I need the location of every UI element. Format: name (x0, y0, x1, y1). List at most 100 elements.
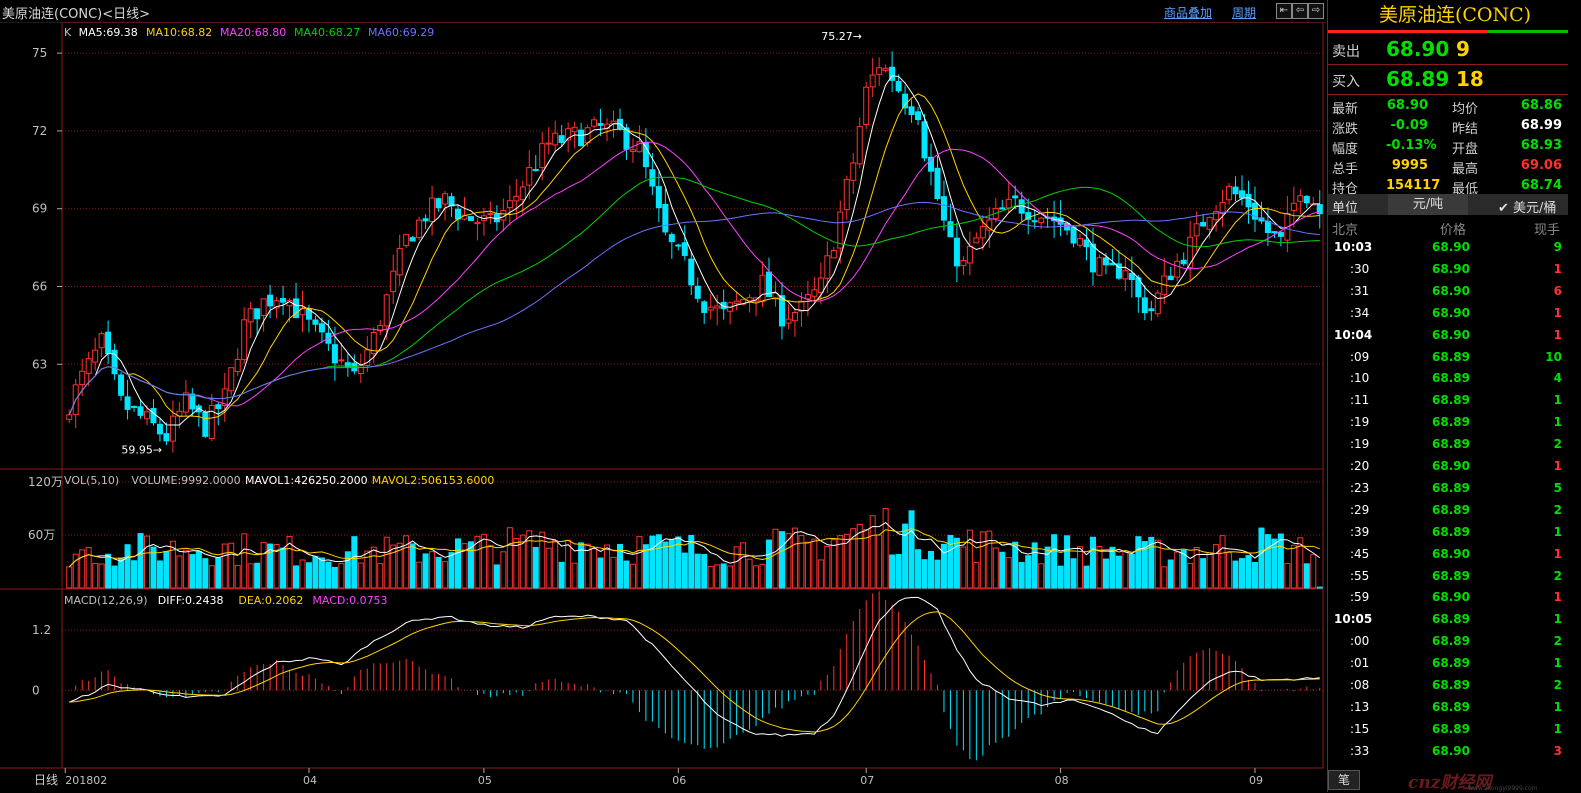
volume-bar (610, 556, 617, 589)
tick-price: 68.90 (1432, 327, 1470, 342)
candle-body (1083, 239, 1090, 248)
field-label-2: 昨结 (1452, 122, 1479, 137)
unit-usd-button[interactable]: ✔ 美元/桶 (1498, 197, 1556, 216)
field-value: 9995 (1391, 158, 1428, 173)
volume-bar (895, 554, 902, 589)
volume-bar (1135, 536, 1142, 589)
candle-body (137, 406, 144, 416)
tab-trades[interactable]: 笔 (1328, 770, 1360, 790)
price-legend-item: MA60:69.29 (368, 26, 434, 39)
divider (1328, 94, 1568, 95)
volume-bar (1193, 546, 1200, 589)
candle-body (98, 333, 105, 349)
tick-time: :30 (1350, 261, 1370, 276)
tick-time: 10:03 (1334, 240, 1373, 254)
volume-bar (118, 557, 125, 589)
volume-bar (1109, 546, 1116, 589)
tick-list[interactable]: 10:03 68.90 9 :30 68.90 1:31 68.90 6:34 68.90 1 10… (1328, 238, 1568, 766)
candle-body (1200, 221, 1207, 227)
unit-cny-button[interactable]: 元/吨 (1388, 194, 1468, 215)
candle-body (811, 289, 818, 297)
candle-body (92, 349, 99, 363)
volume-legend-item: VOL(5,10) (64, 474, 119, 487)
candle-body (280, 297, 287, 303)
volume-bar (1115, 555, 1122, 589)
candle-body (584, 127, 591, 144)
period-link[interactable]: 周期 (1232, 4, 1256, 21)
prev-page-button[interactable]: ⇦ (1292, 3, 1308, 19)
candle-body (467, 216, 474, 221)
candle-body (966, 245, 973, 264)
price-tick-label: 69 (32, 202, 47, 216)
candle-body (66, 414, 73, 420)
tick-price: 68.89 (1432, 349, 1470, 364)
tick-row: :23 68.89 5 (1328, 479, 1568, 499)
volume-bar (552, 540, 559, 589)
overlay-commodity-link[interactable]: 商品叠加 (1164, 4, 1212, 21)
field-value-2: 68.86 (1520, 98, 1562, 113)
tick-volume: 9 (1553, 240, 1562, 254)
macd-tick-label: 1.2 (32, 623, 51, 637)
volume-bar (189, 554, 196, 589)
candle-body (642, 141, 649, 168)
candle-body (1239, 190, 1246, 199)
volume-bar (1018, 562, 1025, 589)
volume-bar (506, 527, 513, 589)
candle-body (668, 234, 675, 243)
tick-row: :34 68.90 1 (1328, 304, 1568, 324)
tick-volume: 2 (1553, 634, 1562, 649)
volume-bar (908, 510, 915, 589)
volume-tick-label: 120万 (28, 475, 63, 489)
candle-body (1180, 259, 1187, 265)
buy-price: 68.89 (1386, 67, 1450, 91)
volume-bar (986, 530, 993, 589)
date-tick-label: 05 (478, 774, 492, 787)
quote-panel: 美原油连(CONC) 卖出 68.90 9 买入 68.89 18 最新 68.9… (1327, 0, 1581, 793)
volume-bar (493, 564, 500, 589)
tick-time: 10:04 (1334, 327, 1373, 342)
next-page-button[interactable]: ⇨ (1308, 3, 1324, 19)
candle-body (1070, 226, 1077, 244)
volume-bar (791, 527, 798, 589)
volume-bar (208, 565, 215, 589)
candle-body (714, 305, 721, 309)
macd-legend-item: DIFF:0.2438 (158, 594, 224, 607)
candle-body (1128, 272, 1135, 281)
volume-legend-item: VOLUME:9992.0000 (131, 474, 240, 487)
volume-legend-item: MAVOL1:426250.2000 (245, 474, 368, 487)
tick-row: :13 68.89 1 (1328, 698, 1568, 718)
macd-legend-item: DEA:0.2062 (238, 594, 303, 607)
candle-body (597, 123, 604, 126)
volume-bar (999, 551, 1006, 589)
candle-body (902, 93, 909, 109)
tick-row: :33 68.90 3 (1328, 742, 1568, 762)
candle-body (267, 294, 274, 307)
volume-bar (960, 546, 967, 589)
kline-chart[interactable]: 75 72 69 66 63 75.27→ 59.95→ K MA5:69.38 MA10:68.… (0, 22, 1326, 792)
date-tick-label: 06 (672, 774, 686, 787)
tick-time: :00 (1350, 634, 1370, 649)
candle-body (435, 198, 442, 209)
candle-body (552, 132, 559, 146)
volume-bar (591, 548, 598, 589)
sell-row: 卖出 68.90 9 (1328, 37, 1568, 63)
volume-bar (305, 562, 312, 589)
chart-title-bar: 美原油连(CONC)<日线> 商品叠加 周期 ⇤ ⇦ ⇨ (0, 0, 1326, 23)
tick-row: :30 68.90 1 (1328, 260, 1568, 280)
ticks-header-volume: 现手 (1534, 223, 1561, 238)
volume-bar (1012, 541, 1019, 589)
volume-bar (202, 558, 209, 589)
volume-bar (571, 562, 578, 589)
volume-bar (480, 533, 487, 589)
tick-row: :55 68.89 2 (1328, 567, 1568, 587)
first-page-button[interactable]: ⇤ (1276, 3, 1292, 19)
volume-bar (85, 547, 92, 589)
tick-price: 68.90 (1432, 546, 1470, 561)
field-value-2: 68.74 (1520, 178, 1562, 193)
candle-body (934, 167, 941, 200)
volume-bar (1180, 549, 1187, 589)
tick-row: :31 68.90 6 (1328, 282, 1568, 302)
candle-body (1193, 223, 1200, 237)
volume-bar (830, 539, 837, 589)
volume-bar (1239, 558, 1246, 589)
